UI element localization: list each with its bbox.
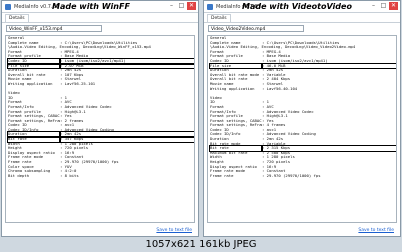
info-key: Frame rate — [210, 173, 234, 178]
file-row: Video_Video2Video.mp4 — [204, 24, 400, 33]
maximize-icon[interactable]: □ — [177, 2, 186, 10]
minimize-icon[interactable]: – — [369, 2, 378, 10]
title-bar: MediaInfo v0.7.81 Made with WinFF – □ ✕ — [2, 1, 198, 13]
title-bar: MediaInfo v0.7.81 Made with VideotoVideo… — [204, 1, 400, 13]
tab-strip: Details — [204, 13, 400, 23]
info-key: Bit depth — [8, 173, 30, 178]
details-text-area[interactable]: General Complete name: C:\Users\PC\Downlo… — [207, 35, 397, 223]
close-icon[interactable]: ✕ — [187, 2, 196, 10]
caption-label: Made with WinFF — [52, 2, 130, 11]
info-value: : 29.970 (29970/1000) fps — [262, 173, 321, 178]
tab-strip: Details — [2, 13, 198, 23]
filename-select[interactable]: Video_Video2Video.mp4 — [208, 25, 304, 32]
mediainfo-app-icon — [5, 3, 11, 10]
details-text-area[interactable]: General Complete name: C:\Users\PC\Downlo… — [5, 35, 195, 223]
close-icon[interactable]: ✕ — [389, 2, 398, 10]
save-to-text-file-link[interactable]: Save to text file — [358, 228, 394, 233]
save-to-text-file-link[interactable]: Save to text file — [156, 228, 192, 233]
tab-details[interactable]: Details — [207, 14, 231, 22]
mediainfo-app-icon — [207, 3, 213, 10]
info-value: : 8 bits — [60, 173, 79, 178]
info-line: Bit depth : 8 bits — [6, 174, 194, 179]
mediainfo-window-left: MediaInfo v0.7.81 Made with WinFF – □ ✕ … — [1, 0, 199, 237]
tab-details[interactable]: Details — [5, 14, 29, 22]
maximize-icon[interactable]: □ — [379, 2, 388, 10]
mediainfo-window-right: MediaInfo v0.7.81 Made with VideotoVideo… — [203, 0, 401, 237]
file-row: Video_WinFF_x153.mp4 — [2, 24, 198, 33]
info-line: Frame rate : 29.970 (29970/1000) fps — [208, 174, 396, 179]
caption-label: Made with VideotoVideo — [242, 2, 352, 11]
image-info-bar: 1057x621 161kb JPEG — [0, 237, 402, 252]
filename-select[interactable]: Video_WinFF_x153.mp4 — [6, 25, 102, 32]
minimize-icon[interactable]: – — [167, 2, 176, 10]
